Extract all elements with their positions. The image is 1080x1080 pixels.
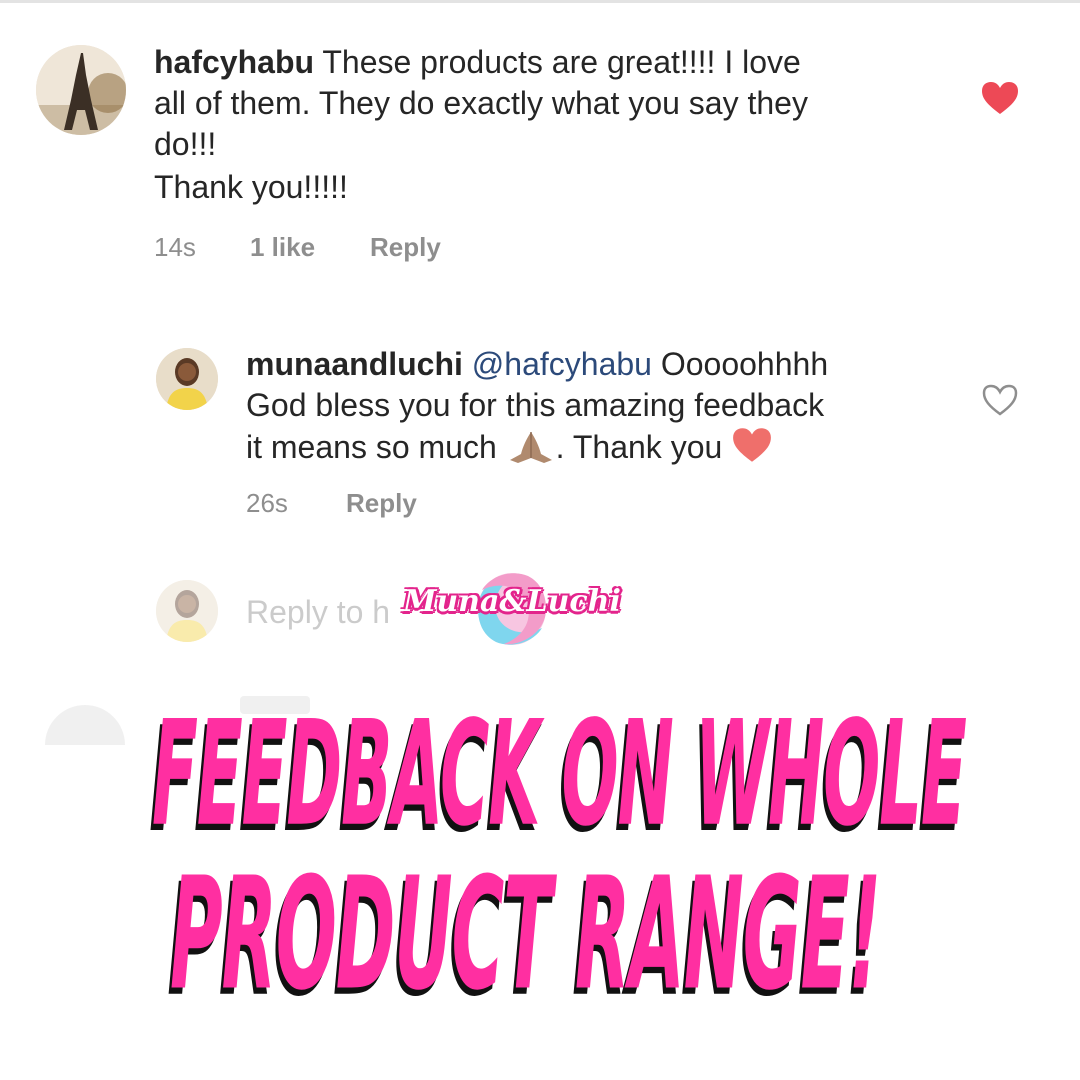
reply-button[interactable]: Reply bbox=[370, 232, 441, 263]
reply-line: . Thank you bbox=[555, 429, 723, 465]
reply-button[interactable]: Reply bbox=[346, 488, 417, 519]
mention-link[interactable]: @hafcyhabu bbox=[472, 346, 652, 382]
reply-body: munaandluchi @hafcyhabu Ooooohhhh God bl… bbox=[246, 344, 946, 468]
red-heart-emoji-icon bbox=[733, 428, 772, 462]
banner-headline-line-2: PRODUCT RANGE! bbox=[170, 845, 881, 1025]
avatar bbox=[45, 705, 125, 745]
heart-filled-icon[interactable] bbox=[980, 80, 1020, 116]
eiffel-tower-avatar-image bbox=[36, 45, 126, 135]
logo-wordmark: Muna&Luchi bbox=[403, 584, 621, 619]
comment-time: 14s bbox=[154, 232, 196, 262]
reply-line: Ooooohhhh bbox=[660, 346, 829, 382]
comment-body: hafcyhabu These products are great!!!! I… bbox=[154, 42, 954, 208]
reply-time: 26s bbox=[246, 488, 288, 518]
brand-logo: Muna&Luchi bbox=[392, 566, 632, 652]
like-count[interactable]: 1 like bbox=[250, 232, 315, 263]
comment-line: These products are great!!!! I love bbox=[322, 44, 801, 80]
heart-outline-icon[interactable] bbox=[980, 382, 1020, 418]
reply-input[interactable]: Reply to h bbox=[246, 594, 390, 631]
avatar[interactable] bbox=[36, 45, 126, 135]
profile-photo-avatar-image bbox=[156, 348, 218, 410]
comment-username[interactable]: hafcyhabu bbox=[154, 44, 314, 80]
reply-line: God bless you for this amazing feedback bbox=[246, 387, 825, 423]
profile-photo-avatar-image bbox=[156, 580, 218, 642]
top-divider bbox=[0, 0, 1080, 3]
comment-line: do!!! bbox=[154, 126, 217, 162]
avatar[interactable] bbox=[156, 348, 218, 410]
reply-line: it means so much bbox=[246, 429, 497, 465]
praying-hands-emoji-icon bbox=[509, 432, 552, 463]
reply-username[interactable]: munaandluchi bbox=[246, 346, 463, 382]
comment-line: Thank you!!!!! bbox=[154, 169, 348, 205]
banner-headline-line-1: FEEDBACK ON WHOLE bbox=[152, 690, 967, 859]
comment-line: all of them. They do exactly what you sa… bbox=[154, 85, 808, 121]
avatar bbox=[156, 580, 218, 642]
